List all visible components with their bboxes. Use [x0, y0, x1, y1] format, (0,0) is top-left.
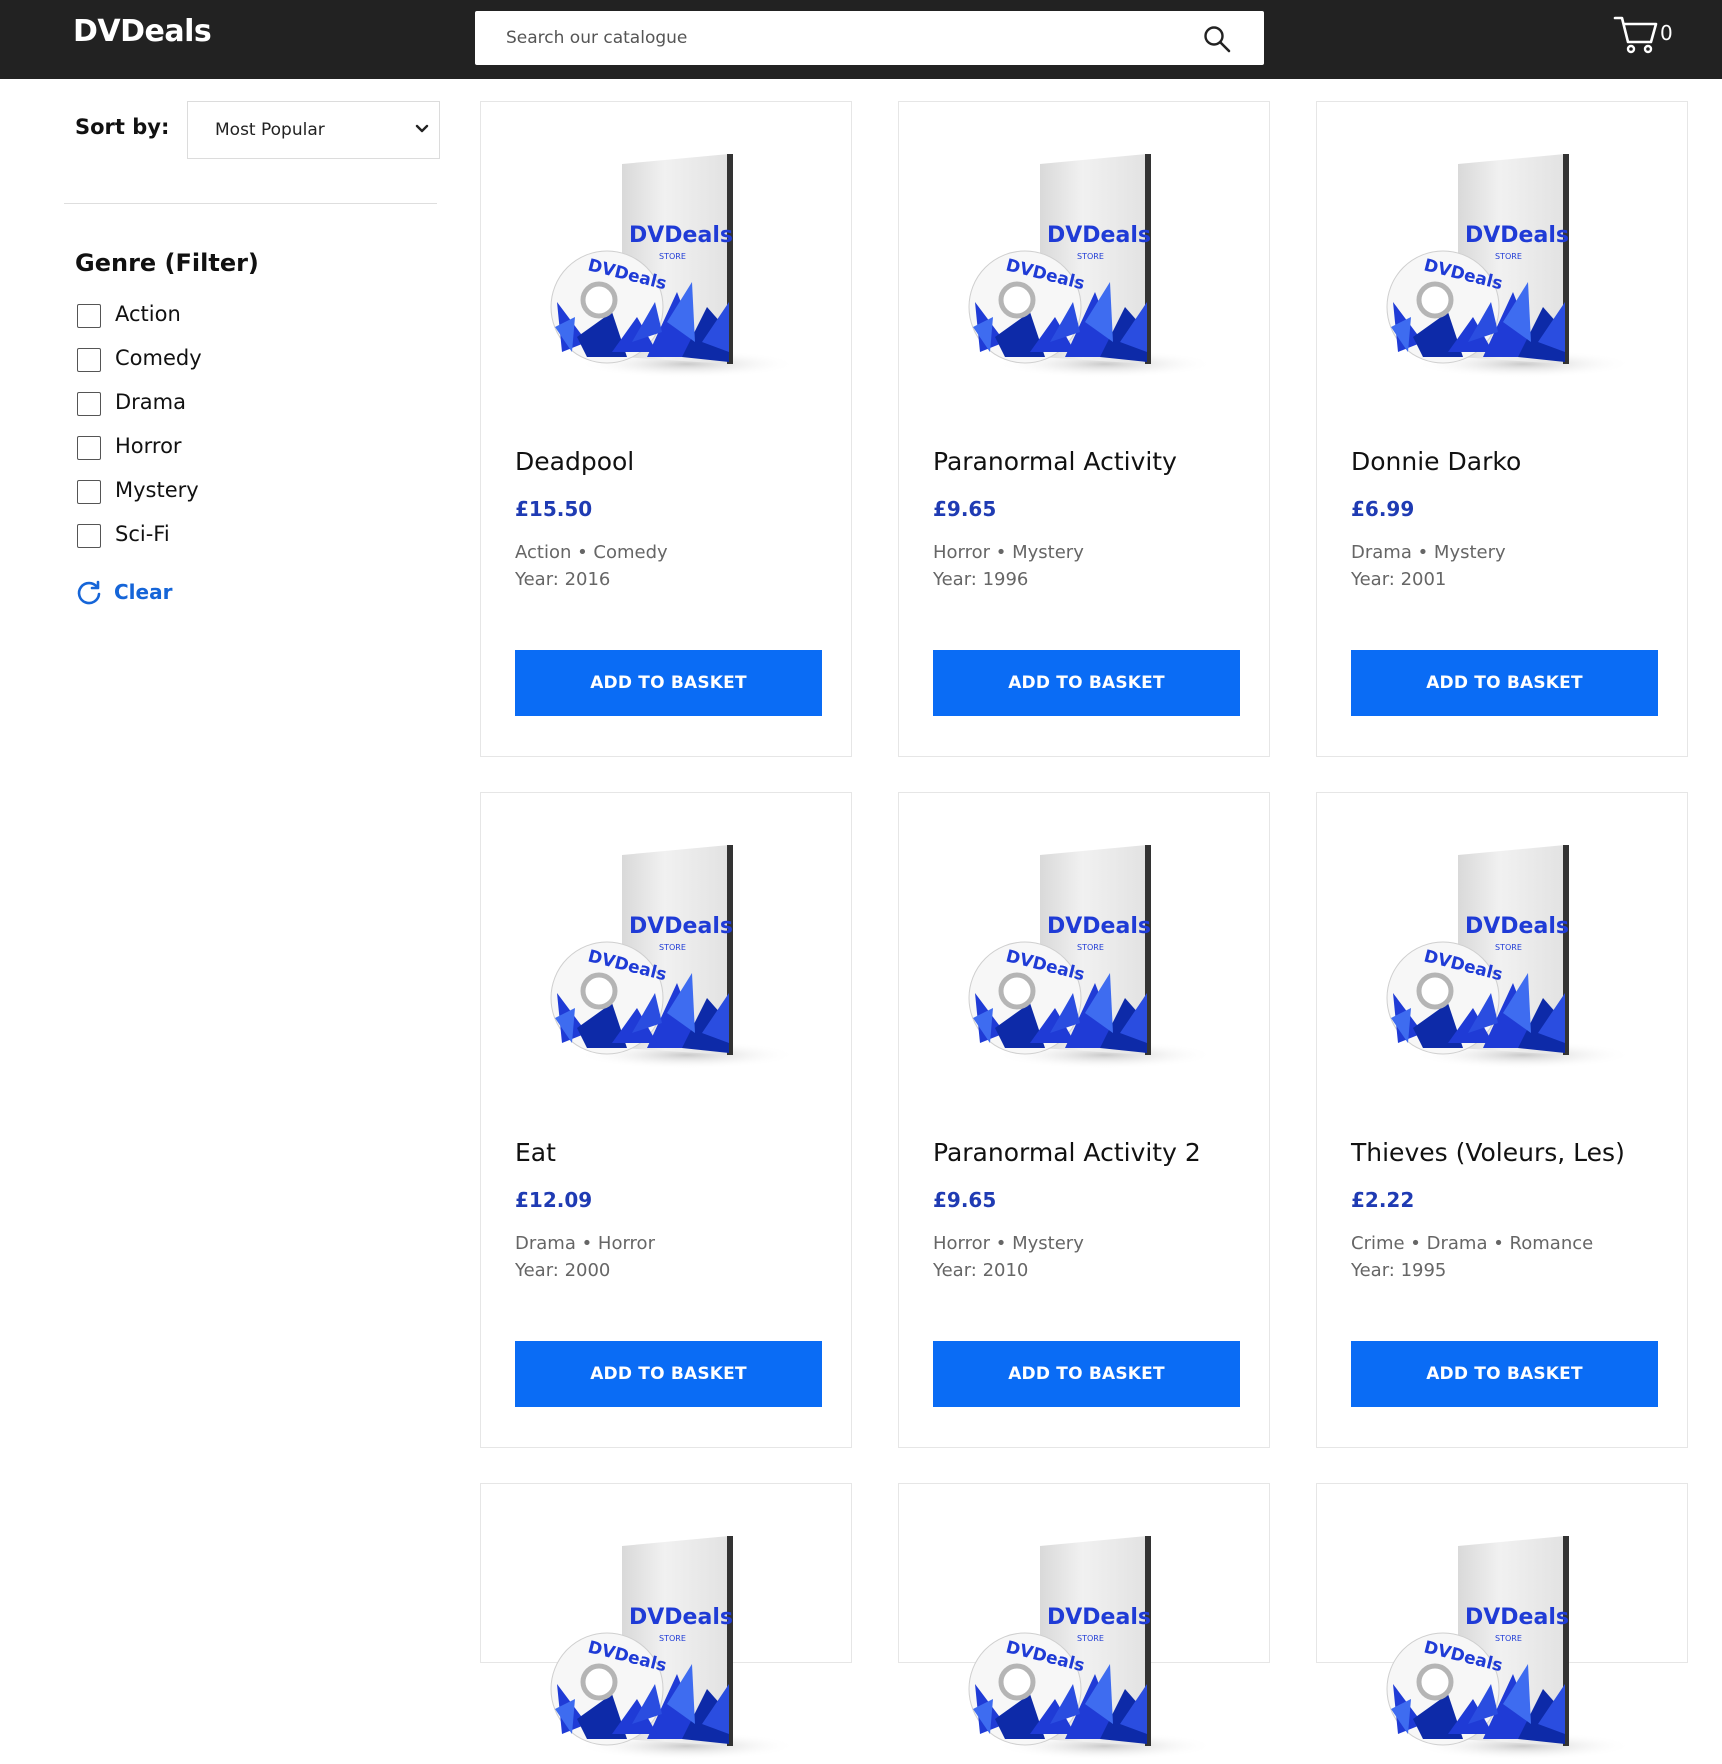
product-year: Year: 2016 — [515, 569, 611, 590]
product-price: £2.22 — [1351, 1188, 1415, 1212]
product-title[interactable]: Paranormal Activity — [933, 447, 1177, 476]
filter-label: Action — [115, 302, 181, 326]
product-title[interactable]: Donnie Darko — [1351, 447, 1521, 476]
add-to-basket-button[interactable]: ADD TO BASKET — [933, 650, 1240, 716]
dvd-product-image[interactable] — [517, 843, 817, 1073]
sort-select[interactable]: Most Popular — [187, 101, 440, 159]
product-title[interactable]: Paranormal Activity 2 — [933, 1138, 1201, 1167]
checkbox[interactable] — [77, 392, 101, 416]
product-genres: Drama • Mystery — [1351, 542, 1506, 563]
add-to-basket-button[interactable]: ADD TO BASKET — [933, 1341, 1240, 1407]
product-card[interactable] — [898, 1483, 1270, 1663]
filter-label: Mystery — [115, 478, 199, 502]
search-input[interactable] — [475, 11, 1175, 65]
product-card[interactable]: Thieves (Voleurs, Les) £2.22 Crime • Dra… — [1316, 792, 1688, 1448]
product-genres: Drama • Horror — [515, 1233, 655, 1254]
site-logo[interactable]: DVDeals — [73, 14, 212, 49]
search-bar — [475, 11, 1264, 65]
filter-label: Sci-Fi — [115, 522, 170, 546]
filter-label: Comedy — [115, 346, 202, 370]
search-icon[interactable] — [1202, 24, 1232, 54]
product-card[interactable]: Deadpool £15.50 Action • Comedy Year: 20… — [480, 101, 852, 757]
dvd-product-image[interactable] — [935, 1534, 1235, 1764]
clear-label: Clear — [114, 580, 173, 604]
dvd-product-image[interactable] — [1353, 843, 1653, 1073]
add-to-basket-button[interactable]: ADD TO BASKET — [1351, 1341, 1658, 1407]
product-card[interactable] — [1316, 1483, 1688, 1663]
product-genres: Crime • Drama • Romance — [1351, 1233, 1594, 1254]
product-year: Year: 2010 — [933, 1260, 1029, 1281]
product-card[interactable]: Paranormal Activity £9.65 Horror • Myste… — [898, 101, 1270, 757]
dvd-product-image[interactable] — [517, 1534, 817, 1764]
product-title[interactable]: Thieves (Voleurs, Les) — [1351, 1138, 1625, 1167]
product-price: £15.50 — [515, 497, 593, 521]
filter-label: Horror — [115, 434, 182, 458]
dvd-product-image[interactable] — [1353, 152, 1653, 382]
product-genres: Action • Comedy — [515, 542, 668, 563]
product-genres: Horror • Mystery — [933, 1233, 1084, 1254]
genre-filter-title: Genre (Filter) — [75, 249, 259, 277]
product-card[interactable]: Eat £12.09 Drama • Horror Year: 2000 ADD… — [480, 792, 852, 1448]
product-card[interactable]: Paranormal Activity 2 £9.65 Horror • Mys… — [898, 792, 1270, 1448]
sort-label: Sort by: — [75, 115, 170, 139]
product-price: £6.99 — [1351, 497, 1415, 521]
top-header: DVDeals 0 — [0, 0, 1722, 79]
product-title[interactable]: Deadpool — [515, 447, 634, 476]
filter-label: Drama — [115, 390, 186, 414]
cart-count[interactable]: 0 — [1660, 21, 1673, 45]
checkbox[interactable] — [77, 480, 101, 504]
sort-selected-value: Most Popular — [215, 120, 325, 140]
product-price: £9.65 — [933, 1188, 997, 1212]
add-to-basket-button[interactable]: ADD TO BASKET — [515, 1341, 822, 1407]
product-card[interactable] — [480, 1483, 852, 1663]
dvd-product-image[interactable] — [935, 152, 1235, 382]
add-to-basket-button[interactable]: ADD TO BASKET — [515, 650, 822, 716]
dvd-product-image[interactable] — [517, 152, 817, 382]
add-to-basket-button[interactable]: ADD TO BASKET — [1351, 650, 1658, 716]
product-year: Year: 2000 — [515, 1260, 611, 1281]
product-year: Year: 1996 — [933, 569, 1029, 590]
product-genres: Horror • Mystery — [933, 542, 1084, 563]
chevron-down-icon — [415, 124, 429, 133]
refresh-icon — [77, 580, 101, 605]
checkbox[interactable] — [77, 348, 101, 372]
product-title[interactable]: Eat — [515, 1138, 556, 1167]
product-year: Year: 2001 — [1351, 569, 1447, 590]
checkbox[interactable] — [77, 436, 101, 460]
product-year: Year: 1995 — [1351, 1260, 1447, 1281]
product-card[interactable]: Donnie Darko £6.99 Drama • Mystery Year:… — [1316, 101, 1688, 757]
sidebar-divider — [64, 203, 437, 204]
product-price: £12.09 — [515, 1188, 593, 1212]
product-price: £9.65 — [933, 497, 997, 521]
dvd-product-image[interactable] — [935, 843, 1235, 1073]
checkbox[interactable] — [77, 524, 101, 548]
dvd-product-image[interactable] — [1353, 1534, 1653, 1764]
checkbox[interactable] — [77, 304, 101, 328]
